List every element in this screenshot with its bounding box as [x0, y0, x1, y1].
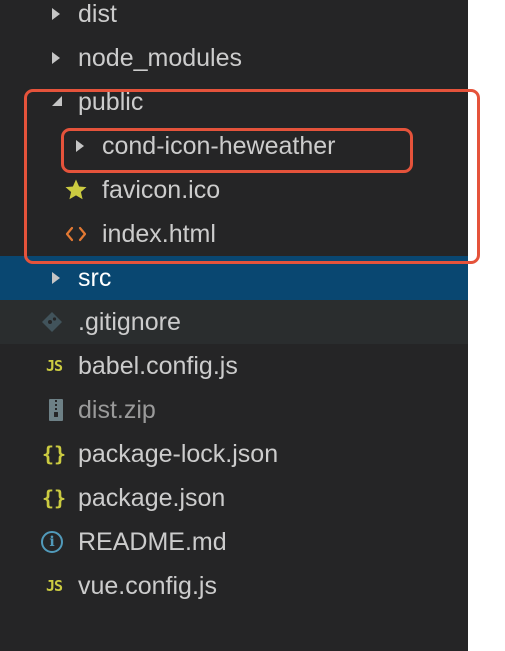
tree-item-label: .gitignore: [78, 308, 181, 336]
tree-item-label: favicon.ico: [102, 176, 221, 204]
tree-item-label: node_modules: [78, 44, 243, 72]
tree-item-node-modules[interactable]: node_modules: [0, 36, 468, 80]
tree-item-label: README.md: [78, 528, 227, 556]
info-icon: i: [40, 530, 64, 554]
json-braces-icon: {}: [41, 442, 67, 466]
git-diamond-icon: [40, 310, 64, 334]
tree-item-cond-icon-heweather[interactable]: cond-icon-heweather: [0, 124, 468, 168]
tree-item-label: dist: [78, 0, 117, 28]
tree-item-readme[interactable]: i README.md: [0, 520, 468, 564]
tree-item-favicon[interactable]: favicon.ico: [0, 168, 468, 212]
code-brackets-icon: [64, 222, 88, 246]
tree-item-vue-config[interactable]: JS vue.config.js: [0, 564, 468, 608]
js-file-icon: JS: [45, 577, 63, 595]
tree-item-label: package.json: [78, 484, 226, 512]
tree-item-label: package-lock.json: [78, 440, 279, 468]
tree-item-babel-config[interactable]: JS babel.config.js: [0, 344, 468, 388]
file-explorer: dist node_modules public cond-icon-hewea…: [0, 0, 468, 651]
json-braces-icon: {}: [41, 486, 67, 510]
tree-item-label: public: [78, 88, 144, 116]
star-icon: [64, 178, 88, 202]
tree-item-label: src: [78, 264, 112, 292]
tree-item-label: index.html: [102, 220, 216, 248]
zip-archive-icon: [44, 398, 68, 422]
chevron-right-icon[interactable]: [44, 2, 68, 26]
tree-item-dist[interactable]: dist: [0, 0, 468, 36]
tree-item-label: cond-icon-heweather: [102, 132, 336, 160]
tree-item-package-json[interactable]: {} package.json: [0, 476, 468, 520]
chevron-right-icon[interactable]: [68, 134, 92, 158]
tree-item-package-lock[interactable]: {} package-lock.json: [0, 432, 468, 476]
js-file-icon: JS: [45, 357, 63, 375]
chevron-right-icon[interactable]: [44, 266, 68, 290]
tree-item-gitignore[interactable]: .gitignore: [0, 300, 468, 344]
tree-item-label: vue.config.js: [78, 572, 217, 600]
chevron-right-icon[interactable]: [44, 46, 68, 70]
tree-item-public[interactable]: public: [0, 80, 468, 124]
tree-item-label: dist.zip: [78, 396, 156, 424]
tree-item-dist-zip[interactable]: dist.zip: [0, 388, 468, 432]
tree-item-index-html[interactable]: index.html: [0, 212, 468, 256]
tree-item-src[interactable]: src: [0, 256, 468, 300]
chevron-down-icon[interactable]: [44, 90, 68, 114]
tree-item-label: babel.config.js: [78, 352, 238, 380]
